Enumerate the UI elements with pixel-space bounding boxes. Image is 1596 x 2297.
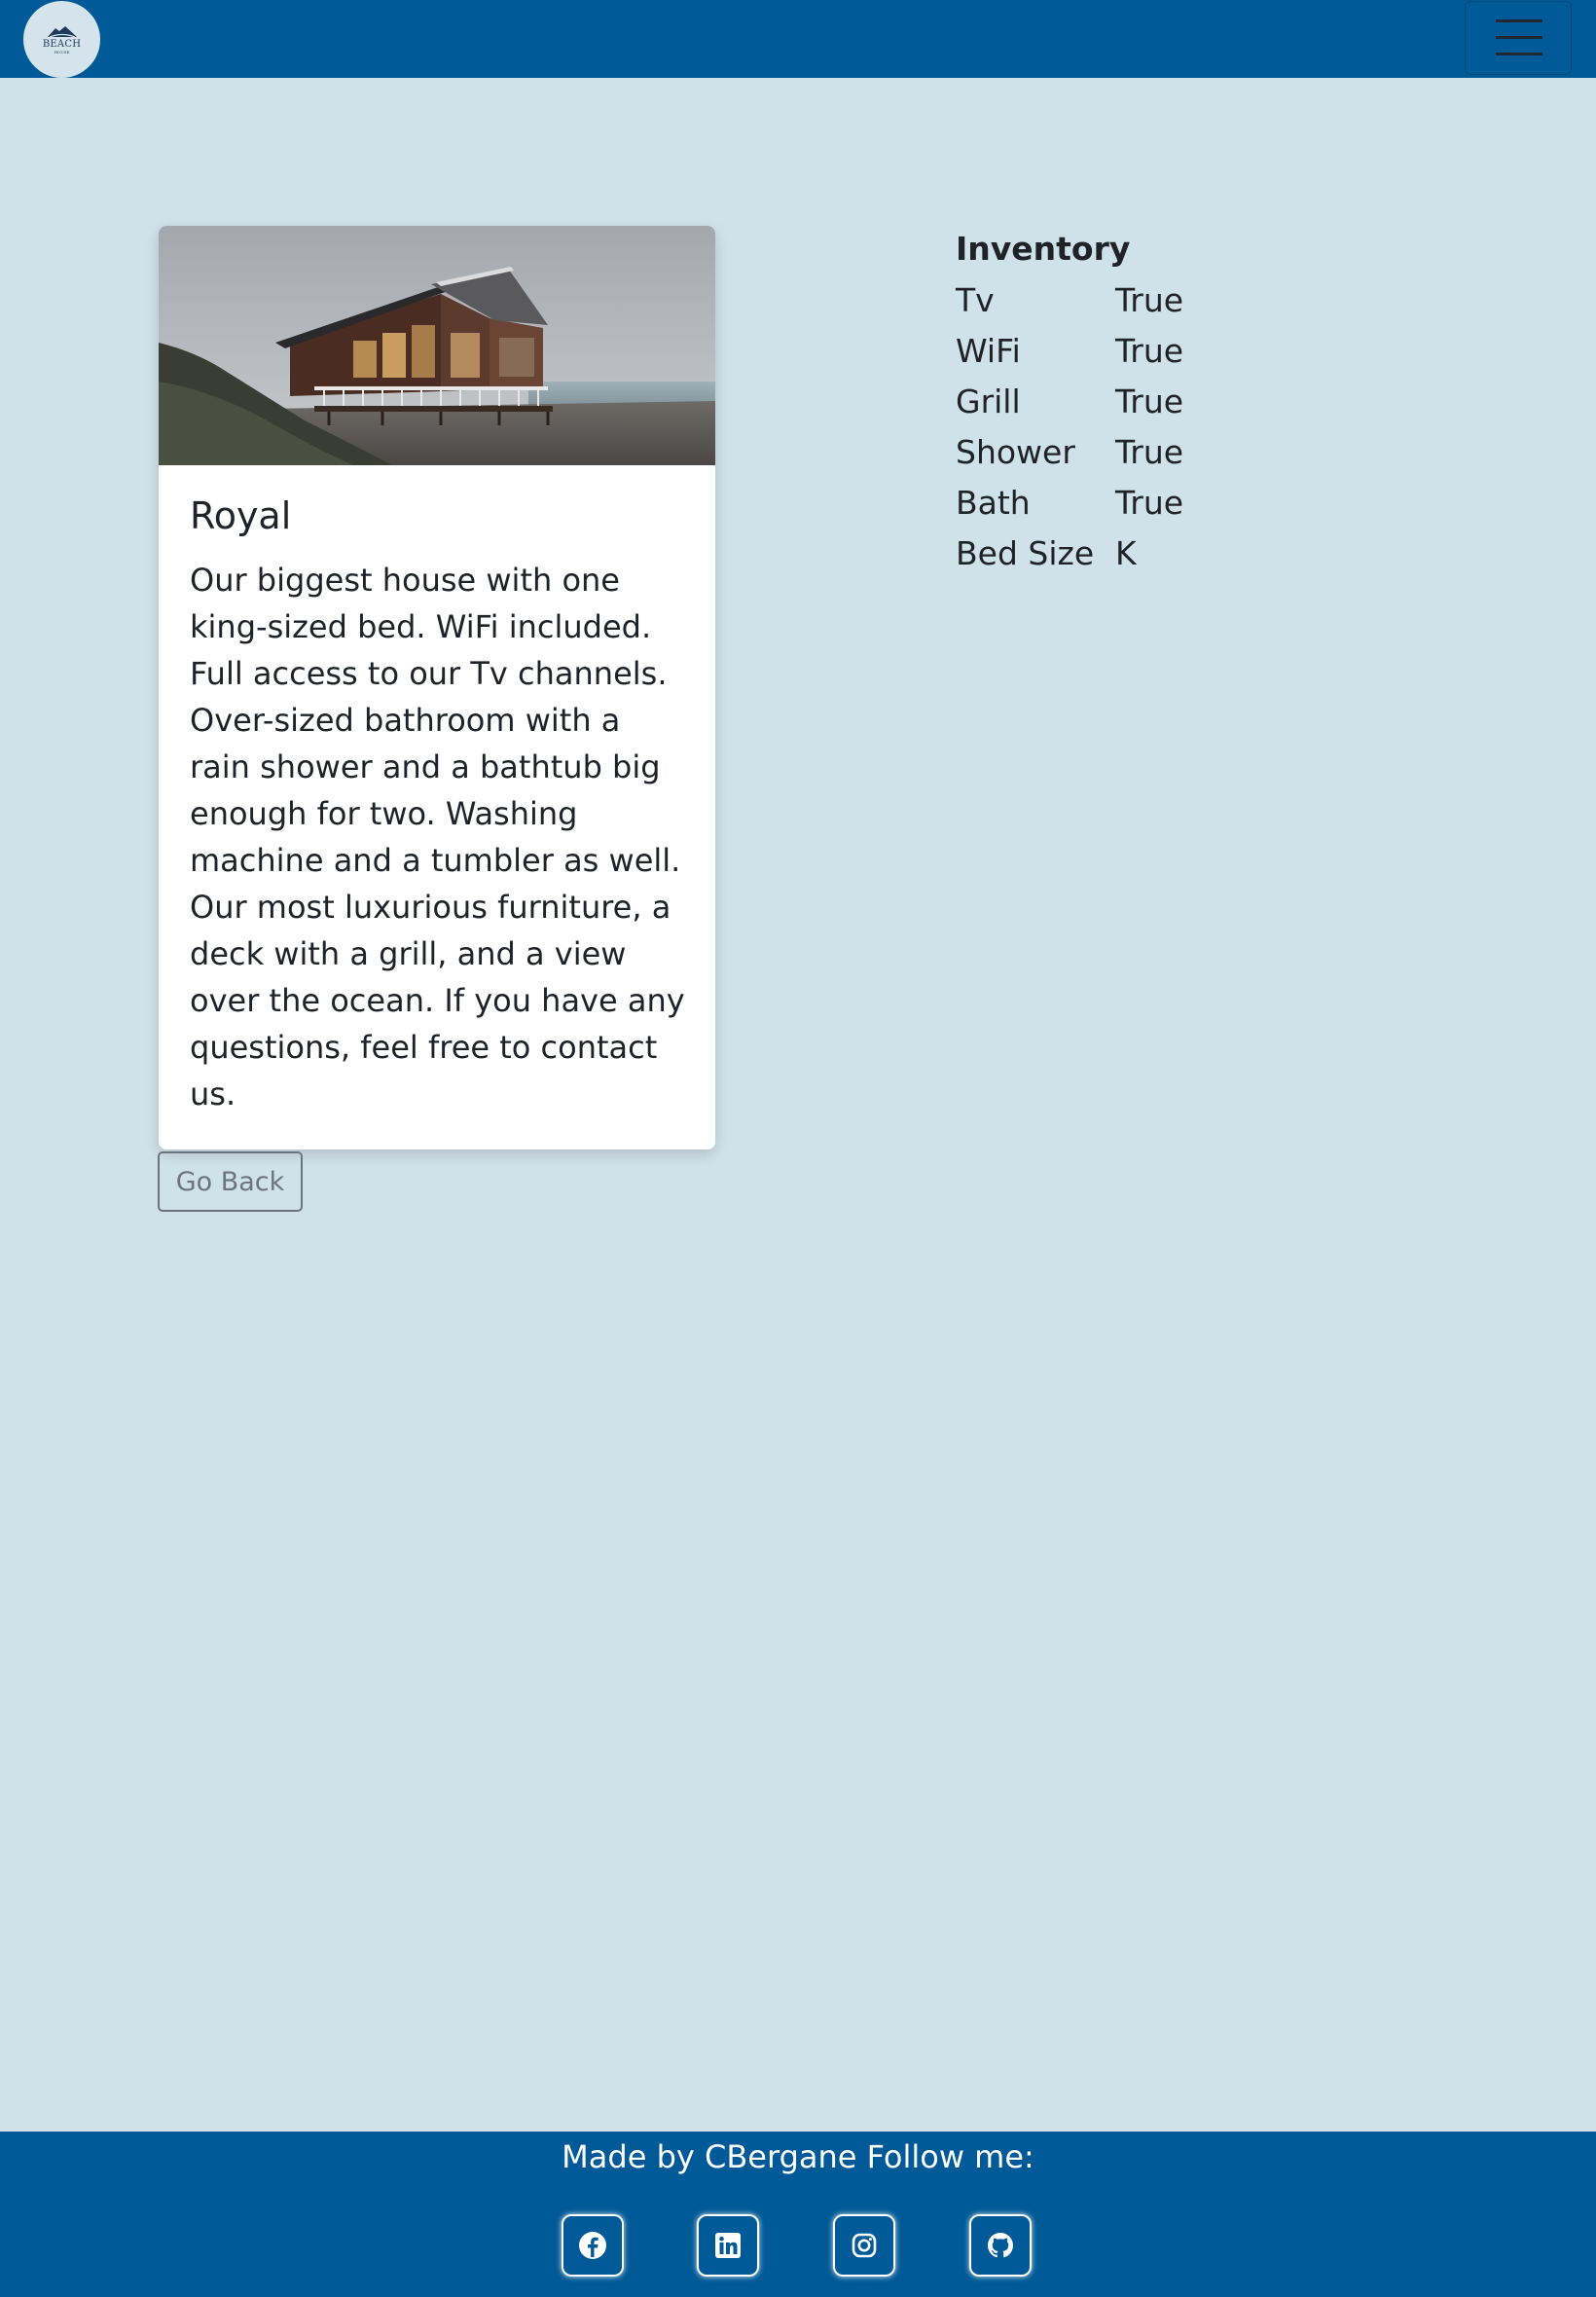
inventory-value: True <box>1115 382 1184 420</box>
inventory-row: Bath True <box>956 477 1183 528</box>
inventory-row: Shower True <box>956 426 1183 477</box>
inventory-label: Bath <box>956 483 1031 522</box>
instagram-link[interactable] <box>833 2214 895 2277</box>
beach-house-logo[interactable]: BEACH HOUSE <box>23 1 100 78</box>
inventory-row: Tv True <box>956 274 1183 325</box>
facebook-link[interactable] <box>562 2214 624 2277</box>
inventory-section: Inventory Tv True WiFi True Grill True S… <box>956 224 1183 578</box>
house-roof-icon <box>47 25 77 38</box>
github-icon <box>988 2233 1013 2258</box>
logo-subtext: HOUSE <box>54 49 70 55</box>
inventory-label: Grill <box>956 382 1021 420</box>
github-link[interactable] <box>969 2214 1032 2277</box>
inventory-value: K <box>1115 533 1137 572</box>
room-description: Our biggest house with one king-sized be… <box>190 562 685 1112</box>
logo-word: BEACH <box>42 38 82 50</box>
navbar-toggler-button[interactable] <box>1465 1 1572 75</box>
facebook-icon <box>579 2232 606 2259</box>
navbar: BEACH HOUSE <box>0 0 1596 78</box>
inventory-row: Bed Size K <box>956 528 1183 578</box>
inventory-value: True <box>1115 331 1184 370</box>
instagram-icon <box>852 2233 877 2258</box>
inventory-row: WiFi True <box>956 325 1183 376</box>
room-card: Royal Our biggest house with one king-si… <box>159 226 715 1149</box>
inventory-value: True <box>1115 280 1184 319</box>
inventory-row: Grill True <box>956 376 1183 426</box>
inventory-table: Tv True WiFi True Grill True Shower True… <box>956 274 1183 578</box>
footer-text: Made by CBergane Follow me: <box>562 2138 1034 2175</box>
inventory-title: Inventory <box>956 230 1131 268</box>
inventory-label: Shower <box>956 432 1075 471</box>
inventory-value: True <box>1115 432 1184 471</box>
go-back-button[interactable]: Go Back <box>158 1151 303 1212</box>
footer: Made by CBergane Follow me: <box>0 2132 1596 2297</box>
hamburger-menu-icon <box>1496 19 1542 22</box>
inventory-label: Tv <box>956 280 995 319</box>
inventory-label: Bed Size <box>956 533 1095 572</box>
inventory-label: WiFi <box>956 331 1021 370</box>
linkedin-link[interactable] <box>697 2214 759 2277</box>
linkedin-icon <box>715 2233 741 2258</box>
room-title: Royal <box>190 494 292 537</box>
inventory-value: True <box>1115 483 1184 522</box>
room-image <box>159 226 715 465</box>
